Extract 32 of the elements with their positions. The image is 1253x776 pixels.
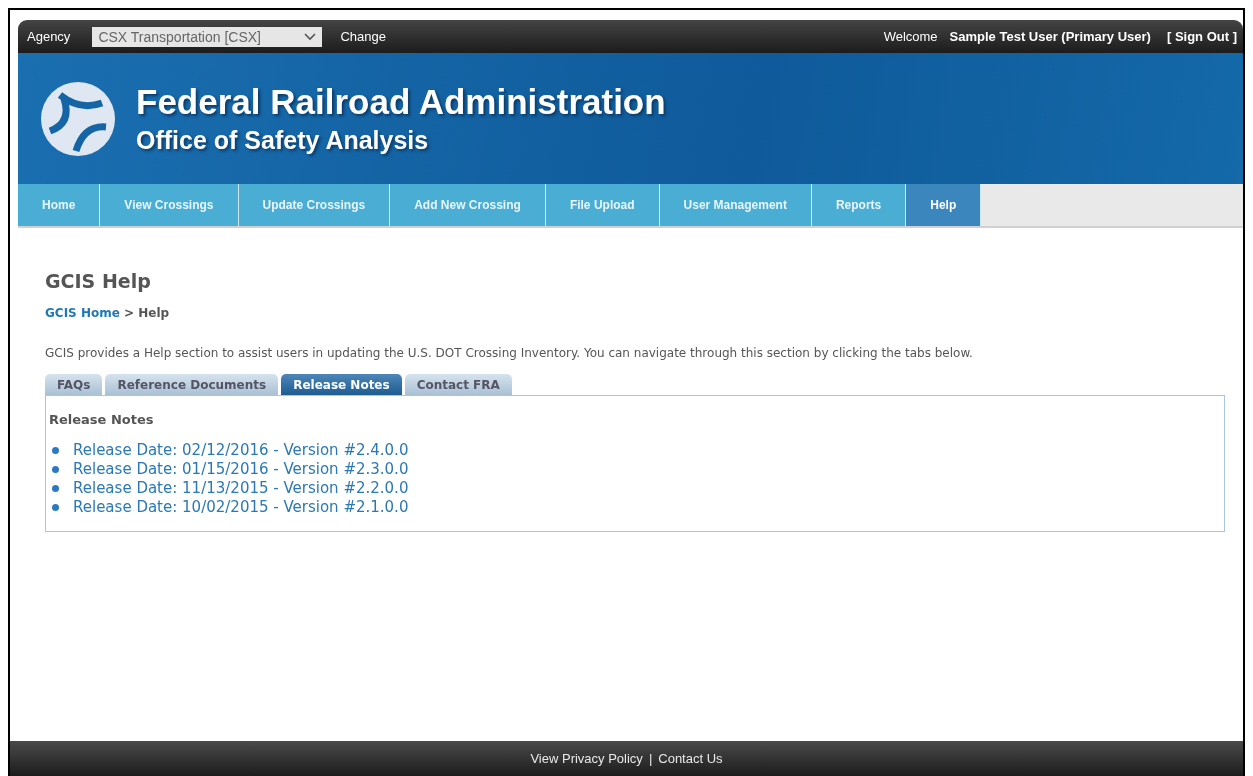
release-note-link[interactable]: Release Date: 02/12/2016 - Version #2.4.0.0 bbox=[73, 441, 409, 460]
sign-out-link[interactable]: [ Sign Out ] bbox=[1166, 29, 1237, 44]
chevron-down-icon bbox=[304, 32, 317, 41]
breadcrumb-separator: > bbox=[124, 306, 135, 320]
banner-subtitle: Office of Safety Analysis bbox=[136, 126, 430, 155]
bullet-icon bbox=[52, 466, 59, 473]
section-tab[interactable]: Contact FRA bbox=[404, 374, 512, 395]
footer-link[interactable]: Contact Us bbox=[658, 751, 723, 766]
nav-tab[interactable]: Help bbox=[906, 184, 982, 226]
section-tab[interactable]: Reference Documents bbox=[105, 374, 279, 395]
banner-title: Federal Railroad Administration bbox=[136, 82, 666, 122]
release-note-link[interactable]: Release Date: 11/13/2015 - Version #2.2.0.0 bbox=[73, 479, 409, 498]
panel-heading: Release Notes bbox=[49, 412, 155, 427]
section-tab[interactable]: Release Notes bbox=[281, 374, 402, 395]
user-name: Sample Test User (Primary User) bbox=[949, 29, 1151, 44]
intro-text: GCIS provides a Help section to assist users in updating the U.S. DOT Crossing Inventory. You can navigate through this section by clicking the tabs below. bbox=[45, 346, 974, 360]
welcome-text: Welcome bbox=[883, 29, 938, 44]
bullet-icon bbox=[52, 485, 59, 492]
change-link[interactable]: Change bbox=[340, 29, 386, 44]
agency-select[interactable]: CSX Transportation [CSX] bbox=[92, 26, 323, 47]
agency-label: Agency bbox=[27, 29, 71, 44]
release-note-link[interactable]: Release Date: 10/02/2015 - Version #2.1.0.0 bbox=[73, 498, 409, 517]
breadcrumb-current: Help bbox=[138, 306, 170, 320]
release-note-link[interactable]: Release Date: 01/15/2016 - Version #2.3.0.0 bbox=[73, 460, 409, 479]
footer-link[interactable]: View Privacy Policy bbox=[530, 751, 643, 766]
bullet-icon bbox=[52, 504, 59, 511]
breadcrumb-link[interactable]: GCIS Home bbox=[45, 306, 120, 320]
section-tab[interactable]: FAQs bbox=[45, 374, 103, 395]
logo-icon bbox=[40, 80, 116, 157]
bullet-icon bbox=[52, 447, 59, 454]
page-title: GCIS Help bbox=[45, 270, 152, 292]
footer-separator: | bbox=[648, 751, 653, 766]
